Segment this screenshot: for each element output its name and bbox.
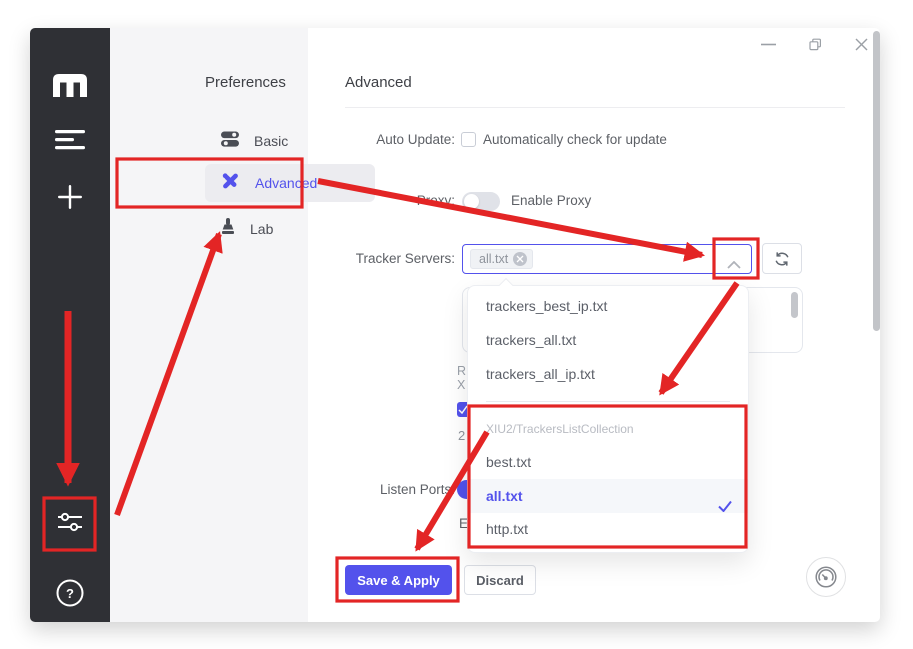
window-controls (761, 34, 868, 54)
proxy-toggle-label: Enable Proxy (511, 193, 592, 208)
auto-update-checkbox[interactable] (461, 132, 476, 147)
dropdown-option[interactable]: best.txt (468, 445, 748, 479)
tracker-dropdown: trackers_best_ip.txt trackers_all.txt tr… (467, 277, 749, 553)
panel-title: Preferences (205, 74, 286, 91)
dropdown-group-label: XIU2/TrackersListCollection (486, 422, 634, 436)
help-icon[interactable]: ? (55, 578, 85, 613)
close-button[interactable] (855, 38, 868, 51)
speedometer-icon (815, 566, 837, 588)
auto-update-label: Auto Update: (376, 132, 455, 147)
selected-tag: all.txt (470, 249, 534, 269)
listen-ports-label: Listen Ports: (379, 482, 455, 497)
motrix-logo-icon (53, 74, 87, 102)
discard-button[interactable]: Discard (464, 565, 536, 595)
tools-icon (221, 172, 240, 195)
preferences-panel: Preferences Basic Advanced Lab (110, 28, 375, 622)
preferences-window: ? Preferences Basic Advanced Lab Advance… (30, 28, 880, 622)
dropdown-option[interactable]: trackers_all_ip.txt (468, 357, 748, 391)
sync-trackers-button[interactable] (762, 243, 802, 274)
proxy-toggle[interactable] (462, 192, 500, 211)
minimize-button[interactable] (761, 43, 776, 46)
app-sidebar: ? (30, 28, 110, 622)
nav-label-advanced: Advanced (255, 175, 318, 191)
screenshot-canvas: ? Preferences Basic Advanced Lab Advance… (0, 0, 913, 649)
sync-icon (775, 251, 789, 266)
obscured-toggle-fragment (457, 480, 467, 499)
obscured-text-fragment: X (457, 378, 466, 392)
task-list-icon[interactable] (55, 130, 85, 155)
tracker-servers-label: Tracker Servers: (355, 251, 455, 266)
dropdown-option[interactable]: trackers_best_ip.txt (468, 289, 748, 323)
textarea-scrollbar-thumb[interactable] (791, 292, 798, 318)
chevron-up-icon[interactable] (727, 256, 741, 274)
add-task-icon[interactable] (57, 184, 83, 215)
dropdown-option-selected[interactable]: all.txt (468, 479, 748, 513)
main-scrollbar-thumb[interactable] (873, 31, 880, 331)
selected-tag-label: all.txt (479, 252, 509, 266)
dropdown-option[interactable]: trackers_all.txt (468, 323, 748, 357)
proxy-label: Proxy: (416, 193, 455, 208)
basic-icon (221, 131, 239, 152)
nav-label-lab: Lab (250, 221, 274, 237)
toggle-knob (464, 194, 479, 209)
dropdown-option[interactable]: http.txt (468, 512, 748, 546)
speed-limit-button[interactable] (806, 557, 846, 597)
obscured-text-fragment: R (457, 364, 467, 378)
dropdown-divider (486, 401, 730, 402)
help-glyph: ? (66, 586, 74, 601)
nav-label-basic: Basic (254, 133, 289, 149)
title-divider (345, 107, 845, 108)
page-title: Advanced (345, 74, 412, 91)
obscured-checkbox-fragment (457, 402, 467, 417)
save-apply-button[interactable]: Save & Apply (345, 565, 452, 595)
auto-update-checkbox-label[interactable]: Automatically check for update (483, 132, 667, 147)
selected-option-label: all.txt (486, 488, 523, 504)
nav-item-lab[interactable]: Lab (205, 210, 375, 248)
preferences-icon[interactable] (57, 509, 83, 540)
maximize-button[interactable] (809, 38, 822, 51)
tag-close-icon[interactable] (513, 252, 528, 266)
obscured-text-fragment: 2 (458, 428, 466, 443)
tracker-servers-select[interactable]: all.txt (462, 244, 752, 274)
lab-icon (221, 218, 235, 240)
